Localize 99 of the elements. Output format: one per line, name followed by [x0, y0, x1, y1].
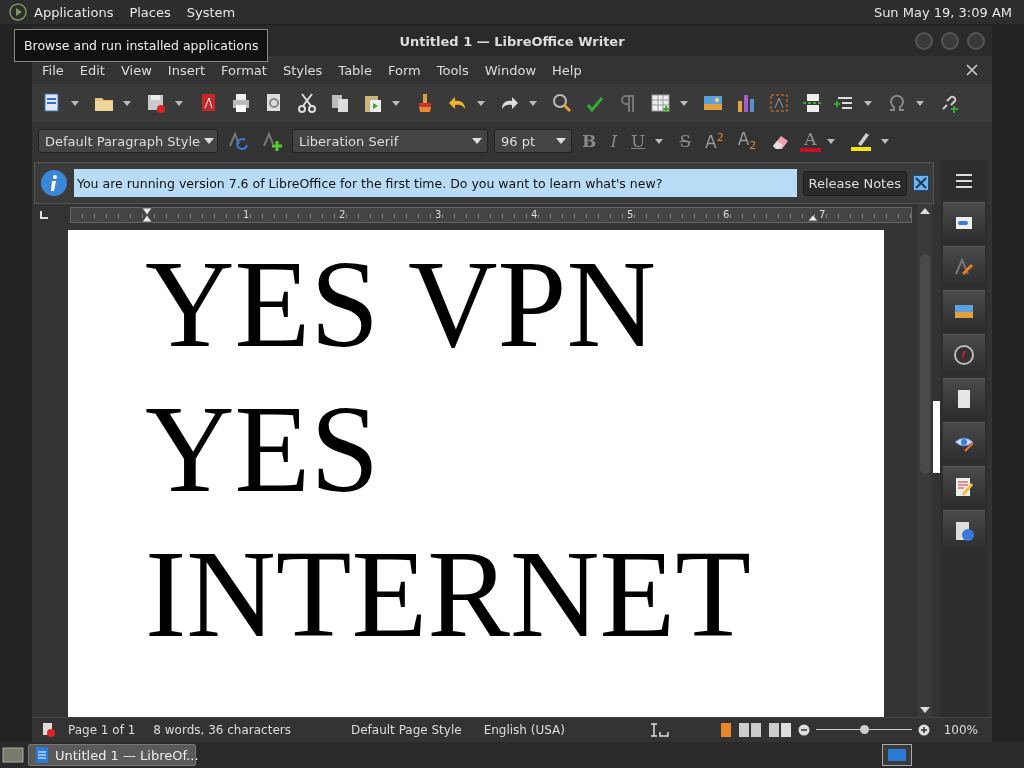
page-break-icon[interactable] — [801, 92, 823, 114]
zoom-in-icon[interactable] — [917, 724, 930, 736]
tooltip: Browse and run installed applications — [14, 29, 269, 62]
bold-button[interactable]: B — [578, 131, 601, 151]
panel-menu[interactable]: Applications — [27, 4, 123, 20]
zoom-out-icon[interactable] — [797, 724, 810, 736]
caret-icon[interactable] — [864, 100, 872, 106]
menu-item[interactable]: Edit — [71, 62, 113, 78]
caret-icon[interactable] — [175, 100, 183, 106]
indent-marker-icon[interactable] — [807, 214, 819, 222]
text-box-icon[interactable] — [768, 92, 790, 114]
indent-marker-icon[interactable] — [141, 207, 153, 223]
page-indicator[interactable]: Page 1 of 1 — [62, 723, 142, 737]
caret-icon[interactable] — [655, 138, 664, 144]
menu-item[interactable]: Tools — [428, 62, 477, 78]
panel-menu[interactable]: Places — [122, 4, 180, 20]
ruler[interactable]: 1 2 3 4 5 6 7 — [70, 207, 912, 223]
close-icon[interactable] — [913, 175, 929, 191]
caret-icon[interactable] — [680, 100, 688, 106]
chart-icon[interactable] — [735, 92, 757, 114]
tab-stop-icon[interactable] — [40, 211, 48, 219]
document-text: YES — [145, 380, 381, 520]
print-icon[interactable] — [230, 92, 252, 114]
caret-icon — [472, 138, 482, 144]
language[interactable]: English (USA) — [477, 723, 571, 737]
show-desktop-icon[interactable] — [2, 746, 24, 764]
clock[interactable]: Sun May 19, 3:09 AM — [873, 4, 1016, 20]
find-replace-icon[interactable] — [551, 92, 573, 114]
caret-icon[interactable] — [916, 100, 924, 106]
info-icon — [40, 169, 68, 197]
word-count[interactable]: 8 words, 36 characters — [147, 723, 297, 737]
caret-icon[interactable] — [826, 138, 835, 144]
vertical-scrollbar[interactable] — [918, 204, 932, 717]
menu-item[interactable]: Insert — [159, 62, 214, 78]
font-size-field[interactable]: 96 pt — [494, 129, 572, 153]
menu-item[interactable]: Help — [544, 62, 590, 78]
caret-icon — [556, 138, 566, 144]
menu-item[interactable]: Styles — [274, 62, 331, 78]
update-style-icon[interactable] — [227, 130, 249, 152]
underline-button[interactable]: U — [627, 131, 650, 151]
paragraph-style-field[interactable]: Default Paragraph Style — [38, 129, 218, 153]
taskbar-button[interactable]: Untitled 1 — LibreOf... — [28, 744, 196, 766]
ruler-number: 3 — [435, 208, 442, 222]
multi-page-view-icon[interactable] — [737, 722, 762, 738]
menu-item[interactable]: Format — [213, 62, 275, 78]
caret-icon[interactable] — [123, 100, 131, 106]
workspace-switcher-icon[interactable] — [882, 744, 912, 766]
caret-icon — [204, 138, 214, 144]
font-color-button[interactable]: A — [800, 130, 821, 152]
book-view-icon[interactable] — [767, 722, 792, 738]
notes-icon — [953, 476, 975, 498]
menu-item[interactable]: Table — [330, 62, 380, 78]
info-message: You are running version 7.6 of LibreOffice for the first time. Do you want to learn what's new? — [74, 169, 797, 197]
caret-icon[interactable] — [529, 100, 537, 106]
document-text: INTERNET — [145, 525, 753, 665]
zoom-slider[interactable] — [815, 724, 912, 736]
document-text: YES VPN — [145, 235, 658, 375]
caret-icon[interactable] — [880, 138, 889, 144]
italic-button[interactable]: I — [606, 131, 622, 151]
release-notes-button[interactable]: Release Notes — [802, 170, 907, 196]
document-icon — [35, 747, 49, 763]
menu-item[interactable]: View — [112, 62, 160, 78]
caret-icon[interactable] — [392, 100, 400, 106]
single-page-view-icon[interactable] — [719, 722, 732, 738]
menu-item[interactable]: Window — [476, 62, 545, 78]
table-icon[interactable] — [650, 92, 672, 114]
ruler-number: 1 — [243, 208, 250, 222]
ruler-number: 2 — [339, 208, 346, 222]
menu-icon[interactable] — [956, 174, 972, 188]
panel-menu[interactable]: System — [179, 4, 245, 20]
strikethrough-button[interactable]: S — [675, 131, 696, 151]
scissors-icon[interactable] — [296, 92, 318, 114]
page-style[interactable]: Default Page Style — [344, 723, 468, 737]
caret-icon[interactable] — [477, 100, 485, 106]
copy-icon[interactable] — [329, 92, 351, 114]
subscript-button[interactable]: A$_{2}$ — [733, 129, 761, 153]
play-icon[interactable] — [9, 3, 27, 21]
window-title: Untitled 1 — LibreOffice Writer — [399, 33, 625, 49]
accessibility-icon — [953, 520, 975, 542]
scroll-up-icon[interactable] — [920, 208, 930, 214]
compass-icon — [953, 344, 975, 366]
save-icon[interactable] — [145, 92, 167, 114]
highlighter-icon[interactable] — [849, 130, 872, 152]
menu-item[interactable]: Form — [380, 62, 429, 78]
ruler-number: 6 — [723, 208, 730, 222]
ruler-number: 5 — [627, 208, 634, 222]
menu-item[interactable]: File — [34, 62, 72, 78]
scroll-down-icon[interactable] — [920, 707, 930, 713]
styles-icon — [953, 256, 975, 278]
ruler-number: 4 — [531, 208, 538, 222]
zoom-level[interactable]: 100% — [935, 723, 984, 737]
caret-icon[interactable] — [71, 100, 79, 106]
text-cursor-icon[interactable] — [649, 723, 669, 737]
ruler-number: 7 — [819, 208, 826, 222]
font-name-field[interactable]: Liberation Serif — [292, 129, 488, 153]
superscript-button[interactable]: A$^{2}$ — [701, 130, 728, 152]
document-modified-icon[interactable] — [42, 723, 56, 737]
new-style-icon[interactable] — [261, 130, 283, 152]
sidebar-collapse-handle[interactable] — [933, 401, 940, 473]
